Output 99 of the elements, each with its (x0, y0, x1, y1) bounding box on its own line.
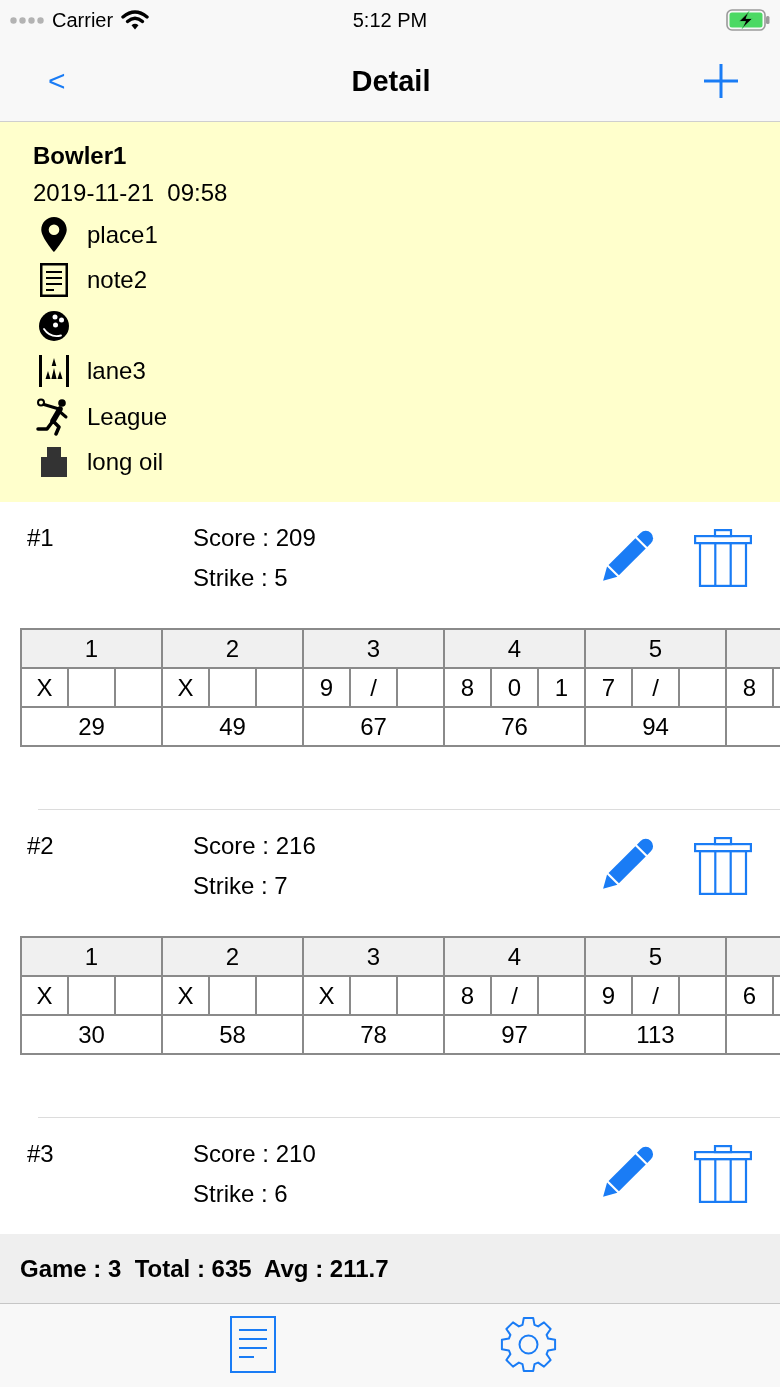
session-datetime: 2019-11-21 09:58 (33, 178, 228, 208)
detail-text: place1 (87, 219, 158, 250)
settings-icon (500, 1316, 557, 1373)
roll-cell (680, 669, 725, 706)
bowling-ball-icon (39, 310, 69, 341)
roll-cell (116, 669, 161, 706)
roll-cell: X (163, 977, 208, 1014)
roll-cell: / (351, 669, 396, 706)
frame-score-cell (727, 1016, 780, 1053)
trash-icon (694, 837, 752, 895)
detail-text: note2 (87, 265, 148, 296)
delete-button[interactable] (694, 1145, 752, 1203)
roll-cell (539, 977, 584, 1014)
game-number: #3 (27, 1139, 54, 1169)
delete-button[interactable] (694, 529, 752, 587)
carrier-name: Carrier (52, 8, 114, 32)
add-button[interactable] (704, 63, 738, 98)
roll-cell: / (633, 977, 678, 1014)
frame-number-cell: 5 (586, 938, 725, 975)
frame-number-cell: 1 (22, 938, 161, 975)
nav-title: Detail (351, 63, 431, 98)
detail-text: lane3 (87, 356, 146, 387)
frame-score-cell: 97 (445, 1016, 584, 1053)
stepped-block-icon (41, 447, 67, 478)
roll-cell: 7 (586, 669, 631, 706)
frame-number-cell: 1 (22, 630, 161, 667)
roll-cell (257, 669, 302, 706)
roll-cell (210, 669, 255, 706)
signal-icon (10, 16, 44, 24)
strike-count: Strike : 6 (193, 1179, 288, 1209)
frame-score-cell: 29 (22, 708, 161, 745)
roll-cell (257, 977, 302, 1014)
wifi-icon (121, 10, 150, 30)
roll-cell: X (163, 669, 208, 706)
list-tab[interactable] (230, 1316, 276, 1373)
document-icon (230, 1316, 276, 1373)
game-number: #2 (27, 831, 54, 861)
roll-cell (398, 669, 443, 706)
roll-cell: 1 (539, 669, 584, 706)
roll-cell: / (492, 977, 537, 1014)
trash-icon (694, 529, 752, 587)
summary-text: Game : 3 Total : 635 Avg : 211.7 (20, 1253, 389, 1284)
frame-score-cell: 113 (586, 1016, 725, 1053)
trash-icon (694, 1145, 752, 1203)
frame-number-cell: 4 (445, 938, 584, 975)
bowler-name: Bowler1 (33, 141, 127, 171)
frame-number-cell (727, 630, 780, 667)
roll-cell: X (22, 669, 67, 706)
delete-button[interactable] (694, 837, 752, 895)
frame-score-cell (727, 708, 780, 745)
frame-score-cell: 58 (163, 1016, 302, 1053)
roll-cell (210, 977, 255, 1014)
frame-score-cell: 78 (304, 1016, 443, 1053)
plus-icon (704, 63, 738, 98)
document-icon (40, 263, 68, 298)
roll-cell: 8 (445, 977, 490, 1014)
roll-cell: 6 (727, 977, 772, 1014)
game-score: Score : 216 (193, 831, 316, 861)
settings-tab[interactable] (500, 1316, 557, 1373)
frame-number-cell: 4 (445, 630, 584, 667)
frame-score-cell: 76 (445, 708, 584, 745)
roll-cell: 9 (586, 977, 631, 1014)
roll-cell (69, 977, 114, 1014)
roll-cell (774, 669, 780, 706)
detail-text: League (87, 401, 168, 432)
frame-number-cell: 5 (586, 630, 725, 667)
map-pin-icon (41, 217, 67, 253)
back-button[interactable]: < (44, 63, 70, 98)
roll-cell: X (304, 977, 349, 1014)
roll-cell: 8 (727, 669, 772, 706)
frame-number-cell: 3 (304, 938, 443, 975)
game-score: Score : 210 (193, 1139, 316, 1169)
game-number: #1 (27, 523, 54, 553)
battery-charging-icon (726, 9, 770, 31)
game-score: Score : 209 (193, 523, 316, 553)
status-time: 5:12 PM (352, 8, 428, 32)
frame-number-cell: 3 (304, 630, 443, 667)
roll-cell: X (22, 977, 67, 1014)
roll-cell (680, 977, 725, 1014)
roll-cell: 9 (304, 669, 349, 706)
roll-cell (69, 669, 114, 706)
roll-cell: 0 (492, 669, 537, 706)
frame-number-cell (727, 938, 780, 975)
frame-score-cell: 49 (163, 708, 302, 745)
frame-score-cell: 94 (586, 708, 725, 745)
roll-cell: / (633, 669, 678, 706)
frame-number-cell: 2 (163, 630, 302, 667)
roll-cell: 8 (445, 669, 490, 706)
frame-score-cell: 30 (22, 1016, 161, 1053)
lane-pins-icon (39, 355, 69, 388)
strike-count: Strike : 5 (193, 563, 288, 593)
detail-text: long oil (87, 447, 164, 478)
roll-cell (774, 977, 780, 1014)
frame-score-cell: 67 (304, 708, 443, 745)
frame-number-cell: 2 (163, 938, 302, 975)
roll-cell (116, 977, 161, 1014)
strike-count: Strike : 7 (193, 871, 288, 901)
roll-cell (351, 977, 396, 1014)
roll-cell (398, 977, 443, 1014)
